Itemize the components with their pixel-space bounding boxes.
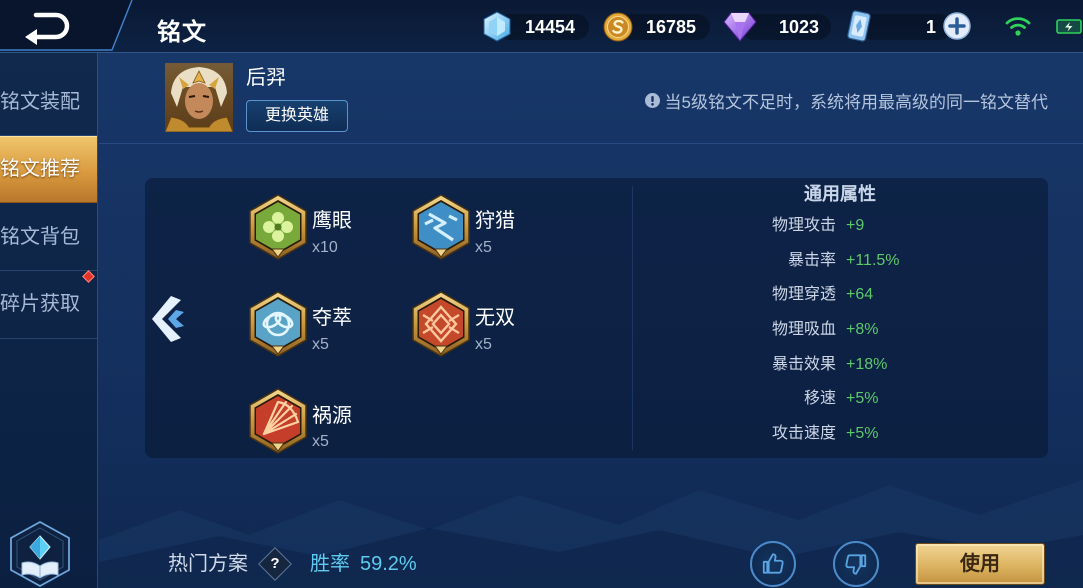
attribute-value: +64 bbox=[846, 286, 874, 303]
attribute-label: 物理吸血 bbox=[771, 321, 836, 338]
plus-icon[interactable] bbox=[942, 11, 972, 41]
currency-capsule bbox=[860, 14, 952, 40]
attribute-label: 物理穿透 bbox=[771, 286, 836, 303]
ticket-card-icon bbox=[847, 10, 871, 42]
inscription-count: x5 bbox=[312, 336, 329, 353]
diamond-icon bbox=[483, 11, 511, 42]
attribute-label: 攻击速度 bbox=[771, 425, 836, 442]
thumbs-down-icon bbox=[845, 554, 867, 575]
attribute-label: 物理攻击 bbox=[771, 217, 836, 234]
attribute-label: 移速 bbox=[803, 390, 836, 407]
attribute-value: +9 bbox=[846, 217, 865, 234]
hero-portrait-icon[interactable] bbox=[165, 63, 233, 132]
winrate-value: 59.2% bbox=[360, 553, 417, 575]
sidebar-item-inscription-recommend[interactable]: 铭文推荐 bbox=[0, 136, 97, 203]
notice-text: 当5级铭文不足时，系统将用最高级的同一铭文替代 bbox=[664, 92, 1048, 112]
purple-gem-icon bbox=[723, 12, 757, 42]
section-separator bbox=[99, 143, 1083, 144]
gem-count: 1023 bbox=[779, 17, 820, 37]
sidebar-item-inscription-equip[interactable]: 铭文装配 bbox=[0, 69, 97, 135]
attribute-value: +5% bbox=[846, 425, 879, 442]
card-count: 1 bbox=[926, 17, 937, 37]
back-button[interactable] bbox=[0, 0, 140, 53]
gold-coin-icon bbox=[603, 12, 633, 42]
thumbs-up-icon bbox=[762, 553, 784, 574]
battery-icon bbox=[1056, 19, 1082, 34]
attribute-label: 暴击效果 bbox=[771, 356, 836, 373]
inscription-count: x5 bbox=[312, 433, 329, 450]
chevron-left-icon[interactable] bbox=[151, 294, 187, 344]
sidebar-item-inscription-bag[interactable]: 铭文背包 bbox=[0, 204, 97, 270]
inscription-count: x10 bbox=[312, 239, 338, 256]
notice-row: 当5级铭文不足时，系统将用最高级的同一铭文替代 bbox=[644, 89, 1048, 112]
inscription-count: x5 bbox=[475, 239, 492, 256]
attributes-title: 通用属性 bbox=[804, 184, 876, 204]
inscription-hunt-icon[interactable] bbox=[411, 194, 471, 260]
attribute-label: 暴击率 bbox=[787, 252, 836, 269]
like-button[interactable] bbox=[750, 541, 796, 587]
inscription-name: 祸源 bbox=[312, 405, 352, 427]
use-button[interactable]: 使用 bbox=[915, 543, 1045, 585]
diamond-count: 14454 bbox=[525, 17, 576, 37]
attribute-value: +18% bbox=[846, 356, 888, 373]
inscription-peerless-icon[interactable] bbox=[411, 291, 471, 357]
inscription-name: 狩猎 bbox=[475, 210, 515, 232]
attribute-value: +11.5% bbox=[846, 252, 900, 269]
inscription-name: 夺萃 bbox=[312, 307, 352, 329]
inscription-extract-icon[interactable] bbox=[248, 291, 308, 357]
info-icon bbox=[644, 92, 660, 108]
inscription-calamity-icon[interactable] bbox=[248, 388, 308, 454]
inscription-name: 无双 bbox=[475, 307, 515, 329]
sidebar-divider bbox=[0, 338, 97, 339]
inscription-eagle-eye-icon[interactable] bbox=[248, 194, 308, 260]
panel-divider bbox=[632, 186, 633, 450]
help-button[interactable]: ? bbox=[258, 547, 292, 581]
page-title: 铭文 bbox=[157, 19, 207, 46]
gold-count: 16785 bbox=[646, 17, 697, 37]
attribute-value: +5% bbox=[846, 390, 879, 407]
sidebar-item-fragment-obtain[interactable]: 碎片获取 bbox=[0, 271, 97, 337]
winrate-label: 胜率 bbox=[310, 553, 350, 575]
hero-name: 后羿 bbox=[246, 67, 286, 89]
inscription-book-icon[interactable] bbox=[8, 520, 72, 588]
change-hero-button[interactable]: 更换英雄 bbox=[246, 100, 348, 132]
inscription-name: 鹰眼 bbox=[312, 210, 352, 232]
wifi-icon bbox=[1005, 17, 1031, 36]
hot-plans-label: 热门方案 bbox=[168, 553, 248, 575]
help-mark: ? bbox=[270, 555, 280, 572]
attribute-value: +8% bbox=[846, 321, 879, 338]
inscription-count: x5 bbox=[475, 336, 492, 353]
dislike-button[interactable] bbox=[833, 541, 879, 587]
